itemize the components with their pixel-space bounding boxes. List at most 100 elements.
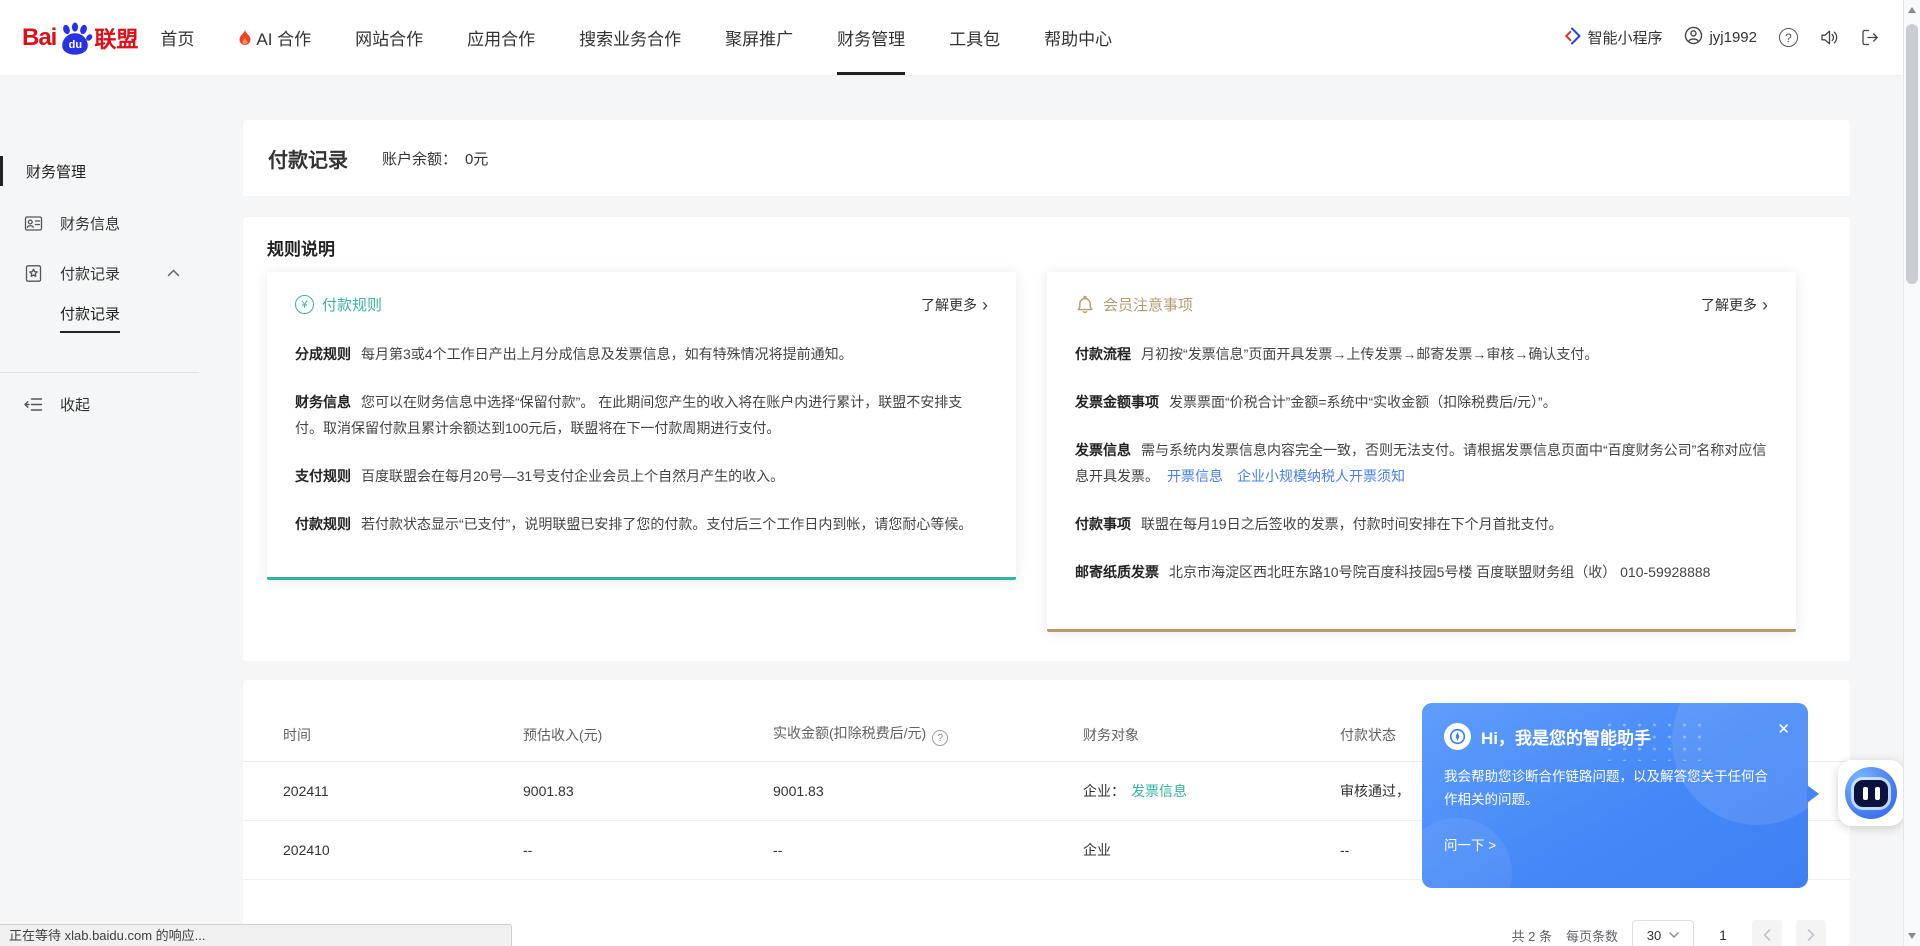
smart-assistant-popup: Hi，我是您的智能助手 ✕ 我会帮助您诊断合作链路问题，以及解答您关于任何合作相… (1422, 703, 1808, 888)
status-text: 正在等待 xlab.baidu.com 的响应... (9, 928, 206, 943)
scrollbar-thumb[interactable] (1906, 24, 1918, 284)
cell-finance-object: 企业：发票信息 (1083, 781, 1340, 801)
nav-item-search-cooperation[interactable]: 搜索业务合作 (557, 0, 703, 75)
cell-time: 202410 (283, 842, 523, 858)
learn-more-link-payment-rules[interactable]: 了解更多› (921, 295, 988, 315)
sidebar-section-finance-management[interactable]: 财务管理 (0, 151, 199, 191)
nav-item-toolkit[interactable]: 工具包 (927, 0, 1022, 75)
chevron-down-icon (1669, 932, 1679, 938)
nav-item-app-cooperation[interactable]: 应用合作 (445, 0, 557, 75)
chevron-up-icon[interactable] (167, 269, 180, 277)
next-page-button[interactable] (1796, 920, 1826, 946)
bell-icon (1075, 295, 1095, 315)
baidu-union-logo[interactable]: Bai du 联盟 (22, 20, 138, 56)
collapse-menu-icon (24, 397, 43, 412)
scroll-down-arrow-icon[interactable] (1908, 933, 1916, 939)
member-notes-title: 会员注意事项 (1103, 294, 1193, 315)
rule-paragraph: 财务信息您可以在财务信息中选择“保留付款”。 在此期间您产生的收入将在账户内进行… (295, 389, 988, 441)
nav-item-ai-cooperation[interactable]: AI 合作 (216, 0, 333, 75)
ask-now-link[interactable]: 问一下 > (1444, 834, 1496, 854)
user-account[interactable]: jyj1992 (1684, 26, 1757, 49)
popup-tail (1807, 785, 1819, 803)
payment-rules-title: 付款规则 (322, 294, 382, 315)
browser-status-bar: 正在等待 xlab.baidu.com 的响应... (0, 924, 512, 946)
pagination: 共 2 条 每页条数 30 1 (1512, 920, 1826, 946)
close-icon[interactable]: ✕ (1777, 720, 1790, 738)
main-navigation: 首页 AI 合作 网站合作 应用合作 搜索业务合作 聚屏推广 财务管理 工具包 … (138, 0, 1134, 75)
col-header-estimated: 预估收入(元) (523, 725, 773, 745)
cell-time: 202411 (283, 783, 523, 799)
rule-paragraph: 邮寄纸质发票北京市海淀区西北旺东路10号院百度科技园5号楼 百度联盟财务组（收）… (1075, 559, 1768, 585)
page-title: 付款记录 (268, 144, 348, 173)
sidebar-item-finance-info[interactable]: 财务信息 (0, 203, 199, 243)
smart-miniprogram-link[interactable]: 智能小程序 (1563, 27, 1662, 49)
rule-paragraph: 发票信息需与系统内发票信息内容完全一致，否则无法支付。请根据发票信息页面中“百度… (1075, 437, 1768, 489)
prev-page-button[interactable] (1752, 920, 1782, 946)
miniprogram-icon (1563, 27, 1581, 49)
small-taxpayer-notice-link[interactable]: 企业小规模纳税人开票须知 (1237, 468, 1405, 484)
scroll-up-arrow-icon[interactable] (1908, 7, 1916, 13)
balance-label: 账户余额： (382, 148, 457, 169)
badge-star-icon (24, 264, 43, 283)
logout-icon[interactable] (1861, 29, 1880, 46)
per-page-select[interactable]: 30 (1632, 920, 1694, 946)
logo-text-du: du (69, 39, 82, 51)
popup-header: Hi，我是您的智能助手 (1444, 723, 1651, 750)
col-header-actual: 实收金额(扣除税费后/元)? (773, 723, 1083, 747)
popup-title: Hi，我是您的智能助手 (1481, 724, 1651, 749)
chevron-right-icon: › (982, 296, 988, 314)
col-header-finance-object: 财务对象 (1083, 725, 1340, 745)
nav-item-help-center[interactable]: 帮助中心 (1022, 0, 1134, 75)
per-page-label: 每页条数 (1566, 926, 1618, 945)
info-question-icon[interactable]: ? (932, 730, 948, 746)
rule-paragraph: 分成规则每月第3或4个工作日产出上月分成信息及发票信息，如有特殊情况将提前通知。 (295, 341, 988, 367)
help-icon[interactable]: ? (1779, 28, 1798, 47)
nav-item-finance-management[interactable]: 财务管理 (815, 0, 927, 75)
rules-section-card: 规则说明 ¥ 付款规则 了解更多› 分成规则每月第3或4个工作日产出上月分成信息… (243, 217, 1850, 661)
user-icon (1684, 26, 1703, 49)
vertical-scrollbar[interactable] (1903, 0, 1920, 946)
payment-rules-box: ¥ 付款规则 了解更多› 分成规则每月第3或4个工作日产出上月分成信息及发票信息… (267, 272, 1016, 580)
cell-finance-object: 企业 (1083, 840, 1340, 860)
cell-estimated: 9001.83 (523, 783, 773, 799)
sidebar-item-payment-records[interactable]: 付款记录 (0, 253, 199, 293)
baidu-union-finance-page: Bai du 联盟 首页 (0, 0, 1920, 946)
cell-estimated: -- (523, 842, 773, 858)
left-sidebar: 财务管理 财务信息 付款记录 (0, 76, 199, 946)
nav-item-screen-promotion[interactable]: 聚屏推广 (703, 0, 815, 75)
invoice-info-table-link[interactable]: 发票信息 (1131, 783, 1187, 799)
baidu-paw-icon: du (57, 20, 93, 56)
top-navbar: Bai du 联盟 首页 (0, 0, 1920, 76)
coin-yen-icon: ¥ (295, 295, 314, 314)
navbar-right-tools: 智能小程序 jyj1992 ? (1563, 0, 1880, 75)
payment-rules-body: 分成规则每月第3或4个工作日产出上月分成信息及发票信息，如有特殊情况将提前通知。… (295, 341, 988, 537)
announcement-speaker-icon[interactable] (1820, 29, 1839, 46)
page-header-card: 付款记录 账户余额： 0元 (243, 120, 1850, 196)
compass-icon (1444, 723, 1471, 750)
member-notes-box: 会员注意事项 了解更多› 付款流程月初按“发票信息”页面开具发票→上传发票→邮寄… (1047, 272, 1796, 632)
nav-item-website-cooperation[interactable]: 网站合作 (333, 0, 445, 75)
balance-value: 0元 (465, 148, 488, 169)
rule-paragraph: 付款流程月初按“发票信息”页面开具发票→上传发票→邮寄发票→审核→确认支付。 (1075, 341, 1768, 367)
rule-paragraph: 支付规则百度联盟会在每月20号—31号支付企业会员上个自然月产生的收入。 (295, 463, 988, 489)
pagination-total: 共 2 条 (1512, 926, 1552, 945)
nav-item-home[interactable]: 首页 (138, 0, 216, 75)
assistant-robot-avatar[interactable] (1838, 760, 1904, 826)
sidebar-subitem-payment-records-active[interactable]: 付款记录 (60, 303, 120, 333)
page-number-current[interactable]: 1 (1708, 920, 1738, 946)
rule-paragraph: 付款规则若付款状态显示“已支付”，说明联盟已安排了您的付款。支付后三个工作日内到… (295, 511, 988, 537)
id-card-icon (24, 214, 43, 233)
account-balance: 账户余额： 0元 (382, 148, 488, 169)
invoice-info-link[interactable]: 开票信息 (1167, 468, 1223, 484)
cell-actual: -- (773, 842, 1083, 858)
learn-more-link-member-notes[interactable]: 了解更多› (1701, 295, 1768, 315)
chevron-right-icon: › (1762, 296, 1768, 314)
robot-icon (1845, 767, 1897, 819)
sidebar-collapse-button[interactable]: 收起 (0, 384, 199, 424)
rule-paragraph: 发票金额事项发票票面“价税合计”金额=系统中“实收金额（扣除税费后/元）”。 (1075, 389, 1768, 415)
flame-icon (238, 29, 252, 46)
rule-paragraph: 付款事项联盟在每月19日之后签收的发票，付款时间安排在下个月首批支付。 (1075, 511, 1768, 537)
rules-section-title: 规则说明 (267, 235, 335, 260)
col-header-time: 时间 (283, 725, 523, 745)
logo-text-union: 联盟 (94, 22, 138, 54)
